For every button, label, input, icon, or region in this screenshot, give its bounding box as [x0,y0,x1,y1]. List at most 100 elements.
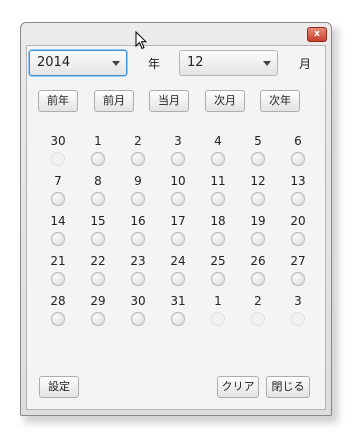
day-radio[interactable] [291,152,305,166]
day-radio [211,312,225,326]
day-radio[interactable] [211,152,225,166]
set-button[interactable]: 設定 [39,376,79,398]
day-radio[interactable] [51,192,65,206]
day-radio[interactable] [251,272,265,286]
day-radio[interactable] [291,232,305,246]
day-radio[interactable] [171,192,185,206]
day-cell[interactable]: 19 [241,214,275,246]
calendar-dialog: x 2014 年 12 月 前年 前月 当月 次月 次年 30 1 2 3 4 5 6 7 8 9… [20,22,332,416]
day-number: 1 [94,134,102,148]
day-radio [291,312,305,326]
day-radio[interactable] [211,192,225,206]
day-number: 6 [294,134,302,148]
mouse-pointer-icon [135,31,147,50]
day-number: 23 [130,254,146,268]
day-radio[interactable] [251,192,265,206]
day-cell[interactable]: 22 [81,254,115,286]
day-radio[interactable] [171,152,185,166]
day-radio [251,312,265,326]
day-number: 2 [254,294,262,308]
dialog-client-area: 2014 年 12 月 前年 前月 当月 次月 次年 30 1 2 3 4 5 6 7 8 9 10… [26,45,326,410]
day-cell[interactable]: 21 [41,254,75,286]
day-cell[interactable]: 26 [241,254,275,286]
clear-button[interactable]: クリア [217,376,259,398]
day-cell[interactable]: 13 [281,174,315,206]
day-number: 5 [254,134,262,148]
day-number: 30 [50,134,66,148]
day-cell[interactable]: 4 [201,134,235,166]
day-cell[interactable]: 1 [81,134,115,166]
day-radio[interactable] [91,192,105,206]
day-cell[interactable]: 31 [161,294,195,326]
day-number: 19 [250,214,266,228]
day-radio[interactable] [131,312,145,326]
month-select[interactable]: 12 [179,50,278,76]
day-radio[interactable] [91,232,105,246]
day-radio[interactable] [171,272,185,286]
day-cell: 30 [41,134,75,166]
close-dialog-button[interactable]: 閉じる [266,376,310,398]
year-select[interactable]: 2014 [29,50,127,76]
day-cell[interactable]: 3 [161,134,195,166]
day-cell[interactable]: 7 [41,174,75,206]
prev-year-button[interactable]: 前年 [38,90,78,112]
day-radio[interactable] [211,272,225,286]
day-cell[interactable]: 25 [201,254,235,286]
day-number: 7 [54,174,62,188]
day-cell[interactable]: 27 [281,254,315,286]
day-cell[interactable]: 18 [201,214,235,246]
day-number: 17 [170,214,186,228]
day-radio[interactable] [51,272,65,286]
day-cell[interactable]: 15 [81,214,115,246]
day-radio[interactable] [91,152,105,166]
day-radio[interactable] [291,272,305,286]
day-radio[interactable] [171,312,185,326]
day-cell[interactable]: 11 [201,174,235,206]
close-button[interactable]: x [307,27,327,42]
current-month-button[interactable]: 当月 [149,90,189,112]
day-number: 22 [90,254,106,268]
day-cell[interactable]: 14 [41,214,75,246]
day-radio[interactable] [171,232,185,246]
next-month-button[interactable]: 次月 [205,90,245,112]
day-number: 13 [290,174,306,188]
day-cell[interactable]: 17 [161,214,195,246]
day-number: 16 [130,214,146,228]
day-cell[interactable]: 10 [161,174,195,206]
day-cell[interactable]: 20 [281,214,315,246]
day-radio[interactable] [131,152,145,166]
day-cell[interactable]: 24 [161,254,195,286]
day-radio[interactable] [91,312,105,326]
day-radio[interactable] [131,232,145,246]
day-radio[interactable] [291,192,305,206]
day-radio[interactable] [91,272,105,286]
day-number: 8 [94,174,102,188]
day-radio[interactable] [51,232,65,246]
day-cell[interactable]: 2 [121,134,155,166]
day-cell: 2 [241,294,275,326]
day-radio[interactable] [211,232,225,246]
prev-month-button[interactable]: 前月 [94,90,134,112]
year-unit-label: 年 [148,57,161,71]
day-cell[interactable]: 16 [121,214,155,246]
day-cell: 1 [201,294,235,326]
next-year-button[interactable]: 次年 [260,90,300,112]
day-cell[interactable]: 9 [121,174,155,206]
day-radio[interactable] [131,192,145,206]
day-cell[interactable]: 29 [81,294,115,326]
day-radio[interactable] [251,232,265,246]
day-cell[interactable]: 5 [241,134,275,166]
month-unit-label: 月 [299,57,312,71]
day-radio[interactable] [131,272,145,286]
day-cell[interactable]: 30 [121,294,155,326]
day-number: 24 [170,254,186,268]
year-select-value: 2014 [37,55,71,70]
day-cell[interactable]: 8 [81,174,115,206]
day-radio[interactable] [51,312,65,326]
day-cell[interactable]: 23 [121,254,155,286]
day-cell[interactable]: 12 [241,174,275,206]
day-number: 1 [214,294,222,308]
day-cell[interactable]: 6 [281,134,315,166]
day-cell[interactable]: 28 [41,294,75,326]
day-radio[interactable] [251,152,265,166]
